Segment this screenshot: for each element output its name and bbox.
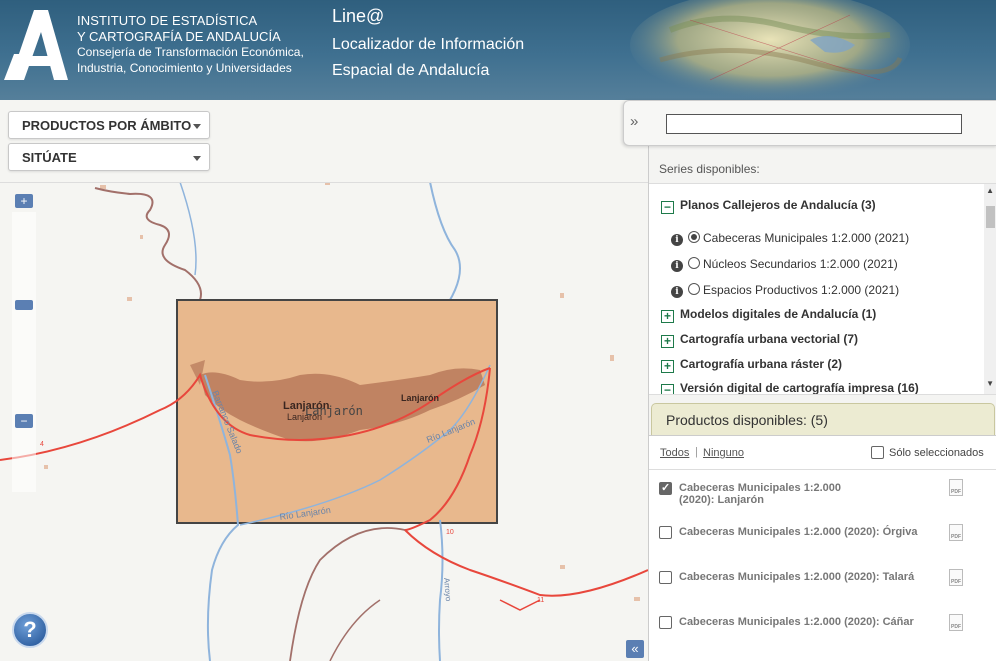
chevron-down-icon (193, 156, 201, 161)
info-icon[interactable]: i (671, 260, 683, 272)
collapse-minus-icon[interactable]: − (661, 201, 674, 214)
productos-por-ambito-label: PRODUCTOS POR ÁMBITO (22, 118, 192, 133)
map-label-road-11: 11 (537, 597, 544, 604)
right-panel: » Series disponibles: − Planos Callejeros… (623, 100, 996, 661)
app-subtitle-line2: Espacial de Andalucía (332, 62, 490, 79)
map-toolbar-divider (0, 182, 648, 183)
scroll-up-icon[interactable]: ▲ (986, 186, 994, 195)
search-input[interactable] (666, 114, 962, 134)
series-scrollbar[interactable]: ▲ ▼ (984, 184, 996, 394)
select-none-link[interactable]: Ninguno (703, 447, 744, 459)
map-canvas[interactable]: Lanjarón Lanjarón Lanjarón Lanjarón Río … (0, 100, 648, 661)
map-label-town-overlay: Lanjarón (305, 404, 363, 418)
map-label-town-east: Lanjarón (401, 393, 439, 403)
expand-plus-icon[interactable]: + (661, 335, 674, 348)
link-separator: | (695, 446, 698, 458)
situate-label: SITÚATE (22, 150, 77, 165)
products-list: Todos | Ninguno Sólo seleccionados Cabec… (649, 435, 996, 661)
scrollbar-thumb[interactable] (986, 206, 995, 228)
app-title: Line@ (332, 6, 385, 26)
pdf-icon[interactable]: PDF (949, 614, 963, 631)
radio-unselected[interactable] (688, 283, 700, 295)
productos-por-ambito-dropdown[interactable]: PRODUCTOS POR ÁMBITO (8, 111, 210, 139)
only-selected-toggle[interactable]: Sólo seleccionados (871, 446, 984, 459)
zoom-out-button[interactable]: − (15, 414, 33, 428)
products-divider (649, 469, 996, 470)
expand-panel-icon[interactable]: » (630, 113, 638, 130)
only-selected-checkbox[interactable] (871, 446, 884, 459)
product-checkbox[interactable] (659, 571, 672, 584)
series-item-nucleos[interactable]: i Núcleos Secundarios 1:2.000 (2021) (671, 257, 898, 272)
org-name-line2: Y CARTOGRAFÍA DE ANDALUCÍA (77, 29, 281, 44)
app-subtitle-line1: Localizador de Información (332, 36, 525, 53)
series-group-cartografia-raster[interactable]: + Cartografía urbana ráster (2) (661, 357, 842, 373)
series-group-cartografia-vectorial[interactable]: + Cartografía urbana vectorial (7) (661, 332, 858, 348)
situate-dropdown[interactable]: SITÚATE (8, 143, 210, 171)
org-dept-line1: Consejería de Transformación Económica, (77, 45, 304, 59)
pdf-icon[interactable]: PDF (949, 569, 963, 586)
info-icon[interactable]: i (671, 286, 683, 298)
collapse-minus-icon[interactable]: − (661, 384, 674, 394)
series-group-version-digital[interactable]: − Versión digital de cartografía impresa … (661, 381, 919, 394)
expand-plus-icon[interactable]: + (661, 310, 674, 323)
ieca-logo-icon (4, 10, 68, 80)
series-group-modelos-digitales[interactable]: + Modelos digitales de Andalucía (1) (661, 307, 876, 323)
product-checkbox[interactable] (659, 526, 672, 539)
map-label-arroyo: Arroyo (442, 577, 453, 602)
collapse-panel-button[interactable]: « (626, 640, 644, 658)
header-map-illustration (630, 0, 910, 100)
pdf-icon[interactable]: PDF (949, 479, 963, 496)
series-disponibles-label: Series disponibles: (659, 162, 760, 176)
radio-unselected[interactable] (688, 257, 700, 269)
map-view[interactable]: Lanjarón Lanjarón Lanjarón Lanjarón Río … (0, 100, 648, 661)
radio-selected[interactable] (688, 231, 700, 243)
header-banner: INSTITUTO DE ESTADÍSTICA Y CARTOGRAFÍA D… (0, 0, 996, 100)
org-dept-line2: Industria, Conocimiento y Universidades (77, 61, 292, 75)
scroll-down-icon[interactable]: ▼ (986, 379, 994, 388)
panel-search-bar: » (623, 100, 996, 146)
map-label-road-4: 4 (40, 441, 44, 448)
series-group-planos-callejeros[interactable]: − Planos Callejeros de Andalucía (3) (661, 198, 876, 214)
series-item-cabeceras[interactable]: i Cabeceras Municipales 1:2.000 (2021) (671, 231, 909, 246)
product-checkbox[interactable] (659, 481, 672, 495)
series-tree: − Planos Callejeros de Andalucía (3) i Cab… (649, 183, 996, 395)
productos-disponibles-header: Productos disponibles: (5) (651, 403, 995, 435)
product-checkbox[interactable] (659, 616, 672, 629)
zoom-slider-handle[interactable] (15, 300, 33, 310)
org-name-line1: INSTITUTO DE ESTADÍSTICA (77, 13, 258, 28)
info-icon[interactable]: i (671, 234, 683, 246)
map-label-road-10: 10 (446, 529, 454, 536)
series-item-espacios[interactable]: i Espacios Productivos 1:2.000 (2021) (671, 283, 899, 298)
zoom-in-button[interactable]: + (15, 194, 33, 208)
select-all-link[interactable]: Todos (660, 447, 689, 459)
chevron-down-icon (193, 124, 201, 129)
expand-plus-icon[interactable]: + (661, 360, 674, 373)
zoom-slider-track[interactable] (12, 212, 36, 492)
help-button[interactable]: ? (12, 612, 48, 648)
pdf-icon[interactable]: PDF (949, 524, 963, 541)
